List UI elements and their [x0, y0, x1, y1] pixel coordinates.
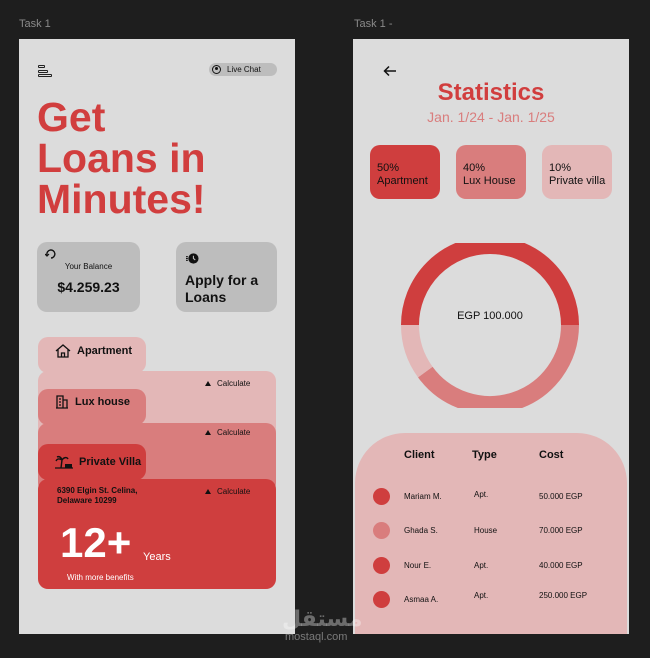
live-chat-label: Live Chat [227, 65, 261, 74]
row-type: Apt. [474, 561, 489, 570]
caret-up-icon [205, 489, 211, 494]
tab-lux-house-label: Lux house [75, 396, 131, 408]
statistics-screen: Statistics Jan. 1/24 - Jan. 1/25 50% Apa… [353, 39, 629, 634]
refresh-icon [44, 249, 57, 262]
date-range: Jan. 1/24 - Jan. 1/25 [427, 109, 555, 125]
row-color-dot [373, 488, 390, 505]
years-number: 12+ [60, 519, 132, 566]
row-client: Mariam M. [404, 492, 442, 501]
row-type: Apt. [474, 591, 489, 600]
row-cost: 250.000 EGP [539, 591, 588, 600]
row-color-dot [373, 522, 390, 539]
row-client: Asmaa A. [404, 595, 439, 604]
row-color-dot [373, 591, 390, 608]
table-row[interactable]: Nour E. Apt. 40.000 EGP [353, 557, 629, 577]
row-cost: 40.000 EGP [539, 561, 583, 570]
palm-tree-icon [55, 455, 73, 469]
hero-title: Get Loans in Minutes! [37, 97, 287, 220]
balance-card[interactable]: Your Balance $4.259.23 [37, 242, 140, 312]
page-title: Statistics [437, 79, 545, 106]
table-row[interactable]: Asmaa A. Apt. 250.000 EGP [353, 591, 629, 611]
balance-label: Your Balance [64, 262, 113, 271]
row-color-dot [373, 557, 390, 574]
building-icon [56, 395, 68, 409]
calculate-button-apartment[interactable]: Calculate [205, 379, 250, 388]
calculate-label: Calculate [217, 428, 251, 437]
watermark-logo: مستقل [282, 606, 363, 631]
row-type: Apt. [474, 490, 489, 499]
table-row[interactable]: Ghada S. House 70.000 EGP [353, 522, 629, 542]
live-chat-button[interactable]: Live Chat [209, 63, 277, 76]
row-cost: 70.000 EGP [539, 526, 583, 535]
stat-pill-private-villa[interactable]: 10% Private villa [542, 145, 612, 199]
stat-pill-label: Lux House [463, 175, 516, 187]
donut-total-label: EGP 100.000 [457, 310, 523, 322]
calculate-label: Calculate [217, 487, 251, 496]
stat-pill-label: Private villa [549, 175, 606, 187]
tab-lux-house-title: Lux house [55, 395, 130, 409]
row-type: House [474, 526, 498, 535]
apply-loan-card[interactable]: Apply for a Loans [176, 242, 277, 312]
loans-home-screen: Live Chat Get Loans in Minutes! Your Bal… [19, 39, 295, 634]
years-word: Years [143, 551, 171, 563]
hero-line-3: Minutes! [37, 176, 206, 222]
address-line-1: 6390 Elgin St. Celina, [57, 486, 138, 495]
stat-pill-lux-house[interactable]: 40% Lux House [456, 145, 526, 199]
row-client: Ghada S. [404, 526, 438, 535]
caret-up-icon [205, 430, 211, 435]
table-header-type: Type [472, 449, 497, 461]
stat-pill-percent: 10% [549, 162, 572, 174]
stat-pill-percent: 40% [463, 162, 486, 174]
watermark-url: mostaql.com [285, 631, 348, 643]
hero-line-2: Loans in [37, 135, 206, 181]
apply-line-1: Apply for a [185, 272, 259, 288]
table-header-cost: Cost [539, 449, 564, 461]
tab-private-villa-label: Private Villa [79, 456, 142, 468]
stat-pill-apartment[interactable]: 50% Apartment [370, 145, 440, 199]
apply-line-2: Loans [185, 289, 227, 305]
tab-apartment-title: Apartment [55, 344, 132, 358]
stat-pill-label: Apartment [377, 175, 428, 187]
benefits-text: With more benefits [67, 573, 134, 582]
row-client: Nour E. [404, 561, 432, 570]
calculate-button-lux-house[interactable]: Calculate [205, 428, 250, 437]
menu-icon[interactable] [38, 65, 52, 79]
balance-value: $4.259.23 [57, 279, 120, 295]
tab-private-villa-title: Private Villa [55, 455, 141, 469]
frame-label-left: Task 1 [19, 18, 51, 30]
table-header-client: Client [404, 449, 435, 461]
frame-label-right: Task 1 - [354, 18, 393, 30]
hero-line-1: Get [37, 94, 106, 140]
donut-segment-2 [418, 324, 579, 408]
donut-segment-3 [401, 324, 433, 378]
calculate-label: Calculate [217, 379, 251, 388]
back-arrow-icon[interactable] [383, 65, 397, 77]
apply-loan-label: Apply for a Loans [185, 272, 258, 306]
table-row[interactable]: Mariam M. Apt. 50.000 EGP [353, 488, 629, 508]
donut-chart [401, 243, 579, 408]
caret-up-icon [205, 381, 211, 386]
calculate-button-private-villa[interactable]: Calculate [205, 487, 250, 496]
villa-address: 6390 Elgin St. Celina, Delaware 10299 [57, 486, 137, 506]
house-icon [55, 344, 71, 358]
stat-pill-percent: 50% [377, 162, 400, 174]
user-icon [212, 65, 221, 74]
clock-icon [186, 253, 199, 264]
tab-apartment-label: Apartment [77, 345, 133, 357]
address-line-2: Delaware 10299 [57, 496, 117, 505]
row-cost: 50.000 EGP [539, 492, 583, 501]
